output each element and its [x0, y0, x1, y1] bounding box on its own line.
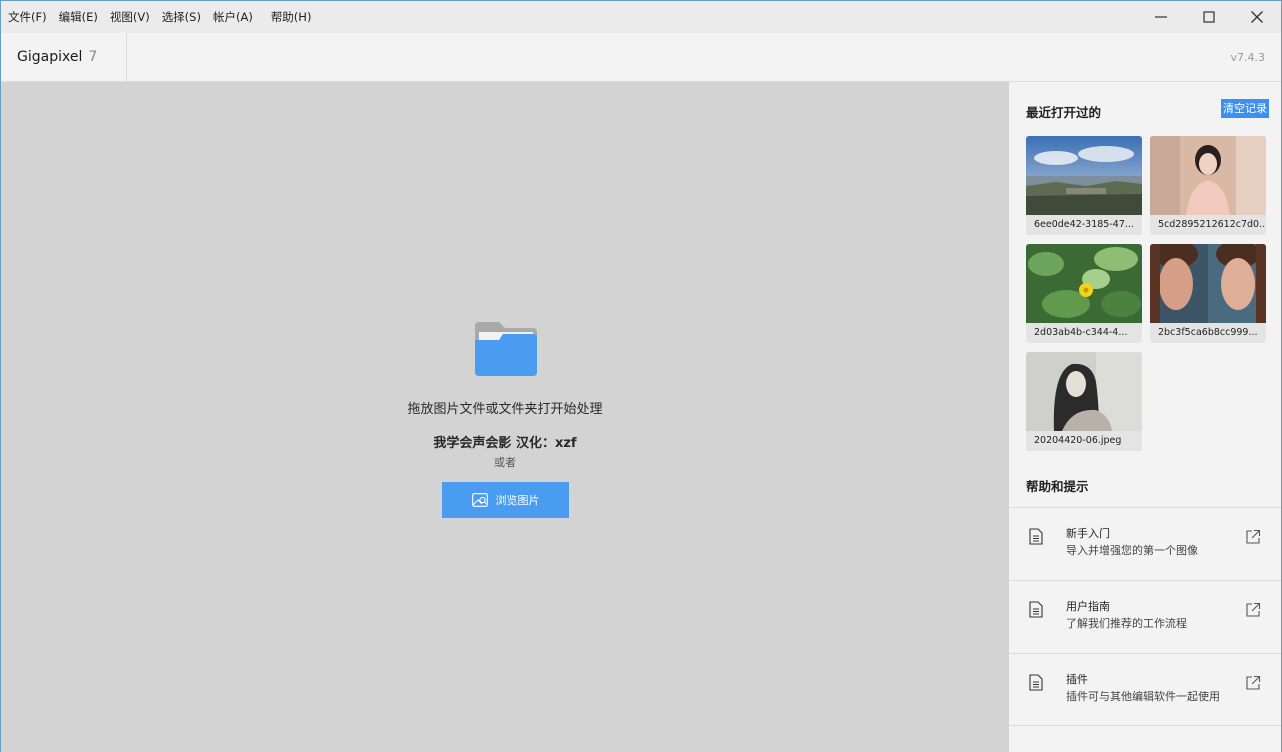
external-link-icon: [1246, 602, 1261, 617]
recent-thumbnail: [1026, 352, 1142, 431]
recent-thumbnail: [1150, 136, 1266, 215]
menu-view[interactable]: 视图(V): [104, 1, 156, 33]
recent-item-name: 5cd2895212612c7d0...: [1158, 219, 1266, 230]
minimize-icon: [1155, 16, 1167, 18]
maximize-icon: [1203, 11, 1215, 23]
document-icon: [1029, 528, 1043, 545]
translation-credit: 我学会声会影 汉化：xzf: [433, 436, 577, 451]
recent-item-name: 2d03ab4b-c344-4...: [1034, 327, 1128, 338]
help-item-plugins[interactable]: 插件 插件可与其他编辑软件一起使用: [1009, 653, 1281, 726]
or-separator: 或者: [494, 456, 516, 469]
window-controls: [1137, 1, 1281, 33]
menu-help[interactable]: 帮助(H): [265, 1, 318, 33]
folder-icon: [475, 322, 537, 376]
external-link-icon: [1246, 675, 1261, 690]
recent-item[interactable]: 6ee0de42-3185-47...: [1026, 136, 1142, 235]
menu-file[interactable]: 文件(F): [1, 1, 53, 33]
recent-item[interactable]: 2d03ab4b-c344-4...: [1026, 244, 1142, 343]
browse-images-label: 浏览图片: [495, 494, 540, 507]
close-button[interactable]: [1233, 1, 1281, 33]
menu-account[interactable]: 帐户(A): [207, 1, 265, 33]
recent-item-name: 20204420-06.jpeg: [1034, 435, 1122, 446]
drop-zone[interactable]: 拖放图片文件或文件夹打开始处理 我学会声会影 汉化：xzf 或者 浏览图片: [1, 82, 1009, 752]
menu-edit[interactable]: 编辑(E): [53, 1, 104, 33]
help-title: 帮助和提示: [1026, 479, 1089, 494]
recent-item[interactable]: 2bc3f5ca6b8cc999...: [1150, 244, 1266, 343]
app-window: 文件(F) 编辑(E) 视图(V) 选择(S) 帐户(A) 帮助(H) Giga…: [0, 0, 1282, 752]
external-link-icon: [1246, 529, 1261, 544]
clear-history-button[interactable]: 清空记录: [1221, 99, 1269, 118]
app-name: Gigapixel: [17, 49, 83, 65]
help-item-desc: 导入并增强您的第一个图像: [1066, 544, 1198, 557]
help-item-title: 插件: [1066, 673, 1088, 686]
document-icon: [1029, 674, 1043, 691]
help-item-desc: 了解我们推荐的工作流程: [1066, 617, 1187, 630]
browse-images-button[interactable]: 浏览图片: [442, 482, 569, 518]
recent-thumbnail: [1026, 136, 1142, 215]
minimize-button[interactable]: [1137, 1, 1185, 33]
maximize-button[interactable]: [1185, 1, 1233, 33]
drop-instruction: 拖放图片文件或文件夹打开始处理: [407, 402, 603, 417]
help-item-user-guide[interactable]: 用户指南 了解我们推荐的工作流程: [1009, 580, 1281, 653]
help-item-title: 用户指南: [1066, 600, 1110, 613]
menu-bar: 文件(F) 编辑(E) 视图(V) 选择(S) 帐户(A) 帮助(H): [1, 1, 1281, 33]
help-item-getting-started[interactable]: 新手入门 导入并增强您的第一个图像: [1009, 507, 1281, 580]
app-major-version: 7: [88, 49, 98, 65]
recent-thumbnail: [1026, 244, 1142, 323]
help-item-title: 新手入门: [1066, 527, 1110, 540]
app-version: v7.4.3: [1230, 50, 1266, 64]
app-brand: Gigapixel 7: [1, 33, 127, 81]
recent-item-name: 2bc3f5ca6b8cc999...: [1158, 327, 1258, 338]
recent-thumbnail: [1150, 244, 1266, 323]
document-icon: [1029, 601, 1043, 618]
app-header: Gigapixel 7 v7.4.3: [1, 33, 1281, 82]
recent-title: 最近打开过的: [1026, 105, 1102, 120]
recent-item[interactable]: 5cd2895212612c7d0...: [1150, 136, 1266, 235]
menu-select[interactable]: 选择(S): [156, 1, 207, 33]
side-panel: 最近打开过的 清空记录 6ee0de42-3185-47... 5cd28952…: [1009, 82, 1281, 752]
recent-item[interactable]: 20204420-06.jpeg: [1026, 352, 1142, 451]
close-icon: [1251, 11, 1263, 23]
recent-item-name: 6ee0de42-3185-47...: [1034, 219, 1134, 230]
help-item-desc: 插件可与其他编辑软件一起使用: [1066, 690, 1220, 703]
image-icon: [471, 493, 488, 507]
